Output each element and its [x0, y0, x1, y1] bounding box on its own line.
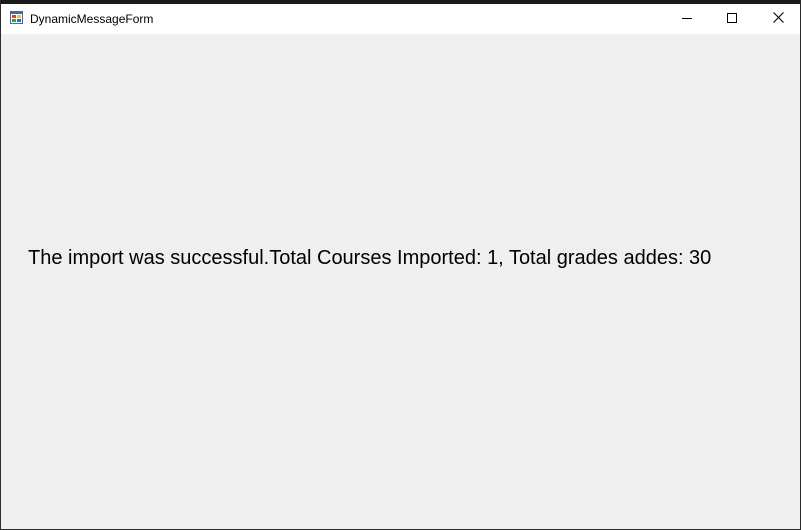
winforms-app-icon [10, 11, 23, 24]
window-title: DynamicMessageForm [30, 12, 154, 26]
title-bar[interactable]: DynamicMessageForm [1, 4, 800, 34]
minimize-icon [682, 10, 692, 28]
dynamic-message-form-window: DynamicMessageForm The import was succes… [0, 0, 801, 530]
close-button[interactable] [755, 4, 801, 33]
maximize-button[interactable] [709, 4, 755, 33]
close-icon [772, 10, 784, 28]
message-label: The import was successful.Total Courses … [28, 247, 712, 269]
form-client-area: The import was successful.Total Courses … [1, 34, 800, 529]
minimize-button[interactable] [664, 4, 710, 33]
maximize-icon [727, 10, 737, 28]
